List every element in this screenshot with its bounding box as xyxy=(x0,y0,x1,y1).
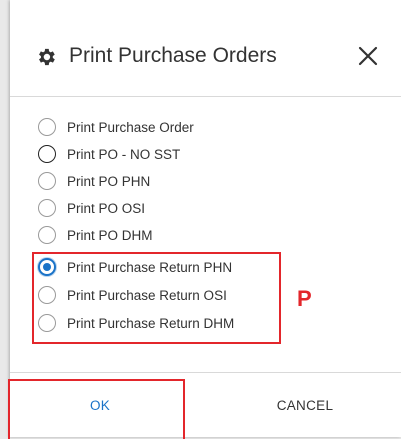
dialog-title: Print Purchase Orders xyxy=(69,44,277,67)
option-label: Print PO PHN xyxy=(67,173,151,189)
print-purchase-orders-dialog: Print Purchase Orders Print Purchase Ord… xyxy=(8,0,401,439)
option-label: Print PO DHM xyxy=(67,227,153,243)
option-label: Print Purchase Order xyxy=(67,119,194,135)
option-print-po-dhm[interactable]: Print PO DHM xyxy=(38,224,278,246)
radio-button[interactable] xyxy=(38,199,56,217)
option-print-purchase-order[interactable]: Print Purchase Order xyxy=(38,116,278,138)
close-icon[interactable] xyxy=(356,44,380,68)
option-print-po-no-sst[interactable]: Print PO - NO SST xyxy=(38,143,278,165)
option-print-po-phn[interactable]: Print PO PHN xyxy=(38,170,278,192)
option-label: Print PO OSI xyxy=(67,200,146,216)
option-label: Print PO - NO SST xyxy=(67,146,181,162)
annotation-letter: P xyxy=(297,286,312,311)
gear-icon xyxy=(39,48,55,66)
annotation-ok-box xyxy=(8,379,185,439)
radio-button[interactable] xyxy=(38,226,56,244)
annotation-highlight-box xyxy=(32,252,281,344)
cancel-button[interactable]: CANCEL xyxy=(215,373,395,437)
radio-button[interactable] xyxy=(38,118,56,136)
radio-button[interactable] xyxy=(38,145,56,163)
option-print-po-osi[interactable]: Print PO OSI xyxy=(38,197,278,219)
radio-button[interactable] xyxy=(38,172,56,190)
dialog-header: Print Purchase Orders xyxy=(10,0,401,97)
